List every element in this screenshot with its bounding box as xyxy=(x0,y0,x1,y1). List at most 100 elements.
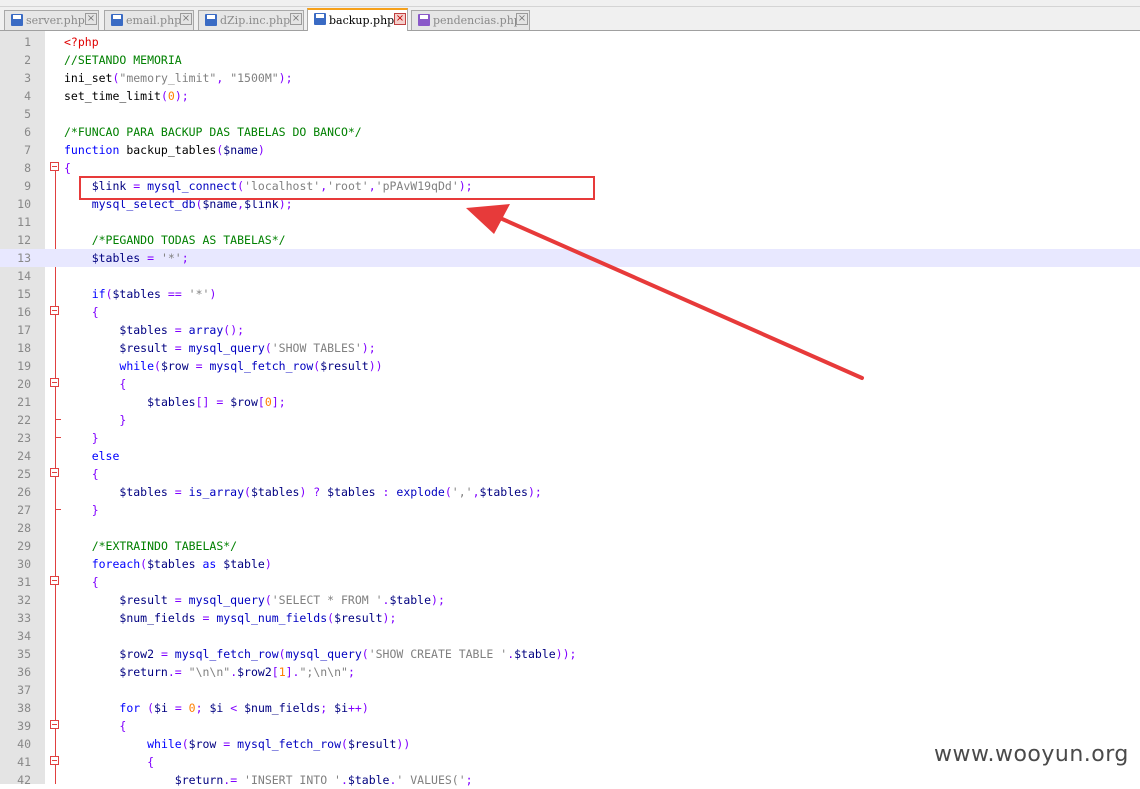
code-token: { xyxy=(91,305,99,319)
line-number: 41 xyxy=(17,755,31,769)
code-line[interactable]: 14 xyxy=(0,267,1140,285)
tab-3[interactable]: backup.php × xyxy=(307,8,408,31)
code-token: = xyxy=(230,773,245,787)
code-token: 0 xyxy=(188,701,196,715)
code-line[interactable]: 33 $num_fields = mysql_num_fields($resul… xyxy=(0,609,1140,627)
code-line[interactable]: 25 { xyxy=(0,465,1140,483)
code-token: ( xyxy=(140,701,155,715)
code-token: $table xyxy=(389,593,432,607)
fold-collapse-icon[interactable] xyxy=(50,162,59,171)
line-number: 19 xyxy=(17,359,31,373)
tab-close-icon[interactable]: × xyxy=(394,13,406,25)
code-line[interactable]: 39 { xyxy=(0,717,1140,735)
code-line[interactable]: 21 $tables[] = $row[0]; xyxy=(0,393,1140,411)
code-text: $return.= "\n\n".$row2[1].";\n\n"; xyxy=(64,663,355,681)
watermark-text: www.wooyun.org xyxy=(934,742,1129,767)
line-number: 17 xyxy=(17,323,31,337)
code-line[interactable]: 1 <?php xyxy=(0,33,1140,51)
code-token: ";\n\n" xyxy=(299,665,348,679)
fold-collapse-icon[interactable] xyxy=(50,576,59,585)
fold-collapse-icon[interactable] xyxy=(50,306,59,315)
tab-1[interactable]: email.php × xyxy=(104,10,194,30)
code-token: $result xyxy=(320,359,369,373)
tab-close-icon[interactable]: × xyxy=(290,13,302,25)
code-line[interactable]: 20 { xyxy=(0,375,1140,393)
code-token: = xyxy=(167,593,189,607)
code-token: ); xyxy=(174,89,189,103)
code-token: mysql_fetch_row xyxy=(174,647,279,661)
code-text: else xyxy=(64,447,120,465)
tab-close-icon[interactable]: × xyxy=(85,13,97,25)
code-line[interactable]: 23 } xyxy=(0,429,1140,447)
code-token: $return xyxy=(119,665,168,679)
code-line[interactable]: 34 xyxy=(0,627,1140,645)
code-line[interactable]: 7 function backup_tables($name) xyxy=(0,141,1140,159)
code-token: $table xyxy=(223,557,265,571)
code-line[interactable]: 19 while($row = mysql_fetch_row($result)… xyxy=(0,357,1140,375)
code-line[interactable]: 17 $tables = array(); xyxy=(0,321,1140,339)
code-token: ',' xyxy=(451,485,473,499)
code-line[interactable]: 11 xyxy=(0,213,1140,231)
code-editor[interactable]: 1 <?php 2//SETANDO MEMORIA 3 ini_set("memory… xyxy=(0,31,1140,787)
code-line[interactable]: 42 $return.= 'INSERT INTO '.$table.' VAL… xyxy=(0,771,1140,789)
code-line[interactable]: 18 $result = mysql_query('SHOW TABLES'); xyxy=(0,339,1140,357)
code-token: 'SHOW TABLES' xyxy=(271,341,362,355)
code-token: mysql_num_fields xyxy=(216,611,328,625)
code-line[interactable]: 3 ini_set("memory_limit", "1500M"); xyxy=(0,69,1140,87)
code-line[interactable]: 13 $tables = '*'; xyxy=(0,249,1140,267)
line-number: 15 xyxy=(17,287,31,301)
line-number: 8 xyxy=(24,161,31,175)
tab-close-icon[interactable]: × xyxy=(180,13,192,25)
tab-label: email.php xyxy=(126,14,182,27)
line-number: 6 xyxy=(24,125,31,139)
code-line[interactable]: 37 xyxy=(0,681,1140,699)
line-number: 14 xyxy=(17,269,31,283)
code-line[interactable]: 8{ xyxy=(0,159,1140,177)
file-save-icon xyxy=(418,14,430,26)
code-line[interactable]: 6 /*FUNCAO PARA BACKUP DAS TABELAS DO BAN… xyxy=(0,123,1140,141)
fold-collapse-icon[interactable] xyxy=(50,756,59,765)
line-number: 1 xyxy=(24,35,31,49)
file-save-icon xyxy=(314,13,326,25)
code-line[interactable]: 26 $tables = is_array($tables) ? $tables… xyxy=(0,483,1140,501)
code-token: [ xyxy=(257,395,265,409)
code-line[interactable]: 4 set_time_limit(0); xyxy=(0,87,1140,105)
tab-2[interactable]: dZip.inc.php × xyxy=(198,10,304,30)
code-line[interactable]: 12 /*PEGANDO TODAS AS TABELAS*/ xyxy=(0,231,1140,249)
code-line[interactable]: 27 } xyxy=(0,501,1140,519)
code-line[interactable]: 28 xyxy=(0,519,1140,537)
code-token: = xyxy=(216,737,238,751)
code-line[interactable]: 22 } xyxy=(0,411,1140,429)
fold-collapse-icon[interactable] xyxy=(50,468,59,477)
tab-close-icon[interactable]: × xyxy=(516,13,528,25)
code-token: )); xyxy=(555,647,577,661)
code-token: '*' xyxy=(160,251,182,265)
code-line[interactable]: 31 { xyxy=(0,573,1140,591)
code-line[interactable]: 15 if($tables == '*') xyxy=(0,285,1140,303)
line-number: 20 xyxy=(17,377,31,391)
code-token: = xyxy=(140,251,161,265)
fold-end-marker xyxy=(55,437,61,438)
code-line[interactable]: 29 /*EXTRAINDO TABELAS*/ xyxy=(0,537,1140,555)
code-line[interactable]: 16 { xyxy=(0,303,1140,321)
code-line[interactable]: 36 $return.= "\n\n".$row2[1].";\n\n"; xyxy=(0,663,1140,681)
code-line[interactable]: 35 $row2 = mysql_fetch_row(mysql_query('… xyxy=(0,645,1140,663)
line-number: 11 xyxy=(17,215,31,229)
code-line[interactable]: 2 //SETANDO MEMORIA xyxy=(0,51,1140,69)
code-line[interactable]: 38 for ($i = 0; $i < $num_fields; $i++) xyxy=(0,699,1140,717)
code-line[interactable]: 30 foreach($tables as $table) xyxy=(0,555,1140,573)
fold-collapse-icon[interactable] xyxy=(50,378,59,387)
code-line[interactable]: 24 else xyxy=(0,447,1140,465)
line-number: 10 xyxy=(17,197,31,211)
code-line[interactable]: 32 $result = mysql_query('SELECT * FROM … xyxy=(0,591,1140,609)
line-number: 28 xyxy=(17,521,31,535)
fold-collapse-icon[interactable] xyxy=(50,720,59,729)
tab-0[interactable]: server.php × xyxy=(4,10,99,30)
code-line[interactable]: 5 xyxy=(0,105,1140,123)
tab-4[interactable]: pendencias.php × xyxy=(411,10,530,30)
